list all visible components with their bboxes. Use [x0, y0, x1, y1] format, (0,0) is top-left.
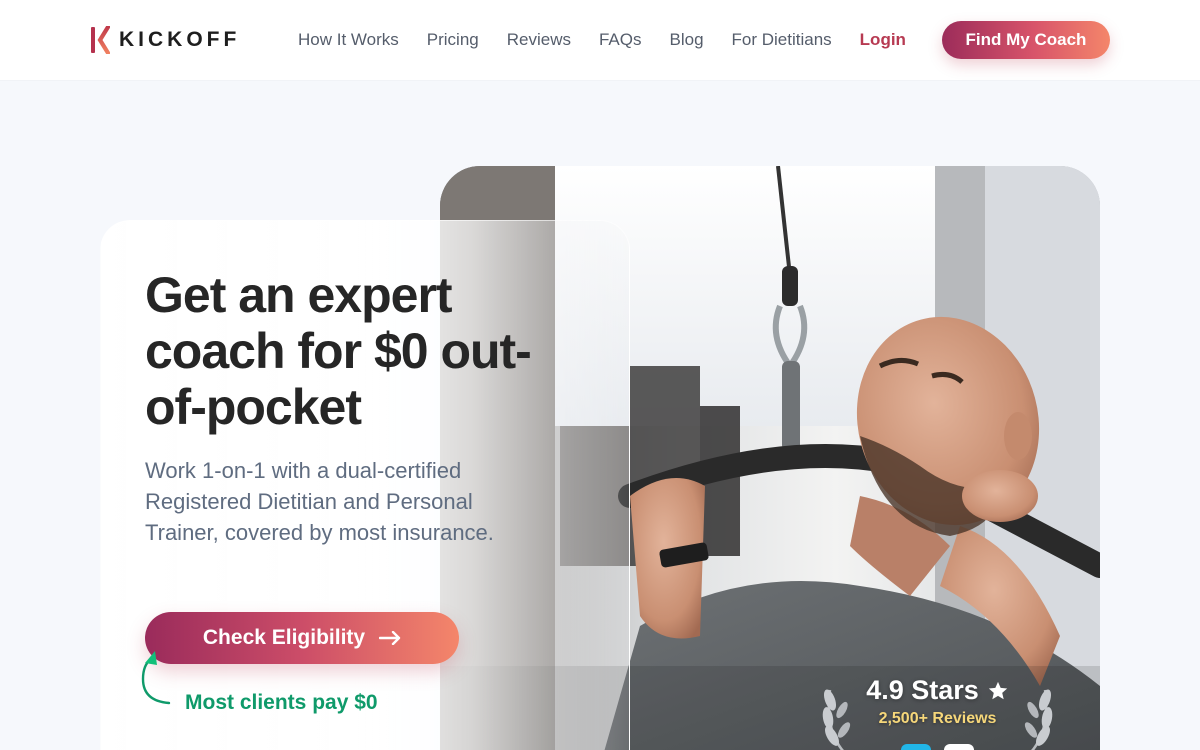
- hero-subtext: Work 1-on-1 with a dual-certified Regist…: [145, 458, 494, 545]
- login-link[interactable]: Login: [860, 30, 906, 50]
- review-platform-icon-2: [944, 744, 974, 750]
- pay-zero-note: Most clients pay $0: [185, 691, 378, 714]
- site-header: KICKOFF How It Works Pricing Reviews FAQ…: [0, 0, 1200, 80]
- hero-card: Get an expert coach for $0 out-of-pocket…: [100, 220, 630, 750]
- reviews-count: 2,500+ Reviews: [878, 710, 997, 727]
- nav-pricing[interactable]: Pricing: [427, 30, 479, 50]
- arrow-right-icon: [379, 631, 401, 645]
- brand-logo[interactable]: KICKOFF: [90, 26, 240, 54]
- find-my-coach-button[interactable]: Find My Coach: [942, 21, 1110, 59]
- rating-stars: 4.9 Stars: [820, 675, 1055, 706]
- hero-headline: Get an expert coach for $0 out-of-pocket: [145, 267, 532, 435]
- review-platform-icon-1: [901, 744, 931, 750]
- curved-arrow-icon: [141, 651, 171, 705]
- brand-name: KICKOFF: [119, 28, 241, 51]
- rating-badge: 4.9 Stars 2,500+ Reviews: [820, 672, 1055, 750]
- star-icon: [988, 681, 1007, 699]
- main-nav: How It Works Pricing Reviews FAQs Blog F…: [298, 28, 934, 52]
- nav-how-it-works[interactable]: How It Works: [298, 30, 399, 50]
- kickoff-logo-icon: [91, 26, 110, 54]
- nav-for-dietitians[interactable]: For Dietitians: [732, 30, 832, 50]
- nav-reviews[interactable]: Reviews: [507, 30, 571, 50]
- rating-stars-text: 4.9 Stars: [866, 675, 979, 705]
- check-eligibility-button[interactable]: Check Eligibility: [145, 612, 459, 664]
- nav-blog[interactable]: Blog: [670, 30, 704, 50]
- nav-faqs[interactable]: FAQs: [599, 30, 642, 50]
- check-eligibility-label: Check Eligibility: [202, 626, 366, 649]
